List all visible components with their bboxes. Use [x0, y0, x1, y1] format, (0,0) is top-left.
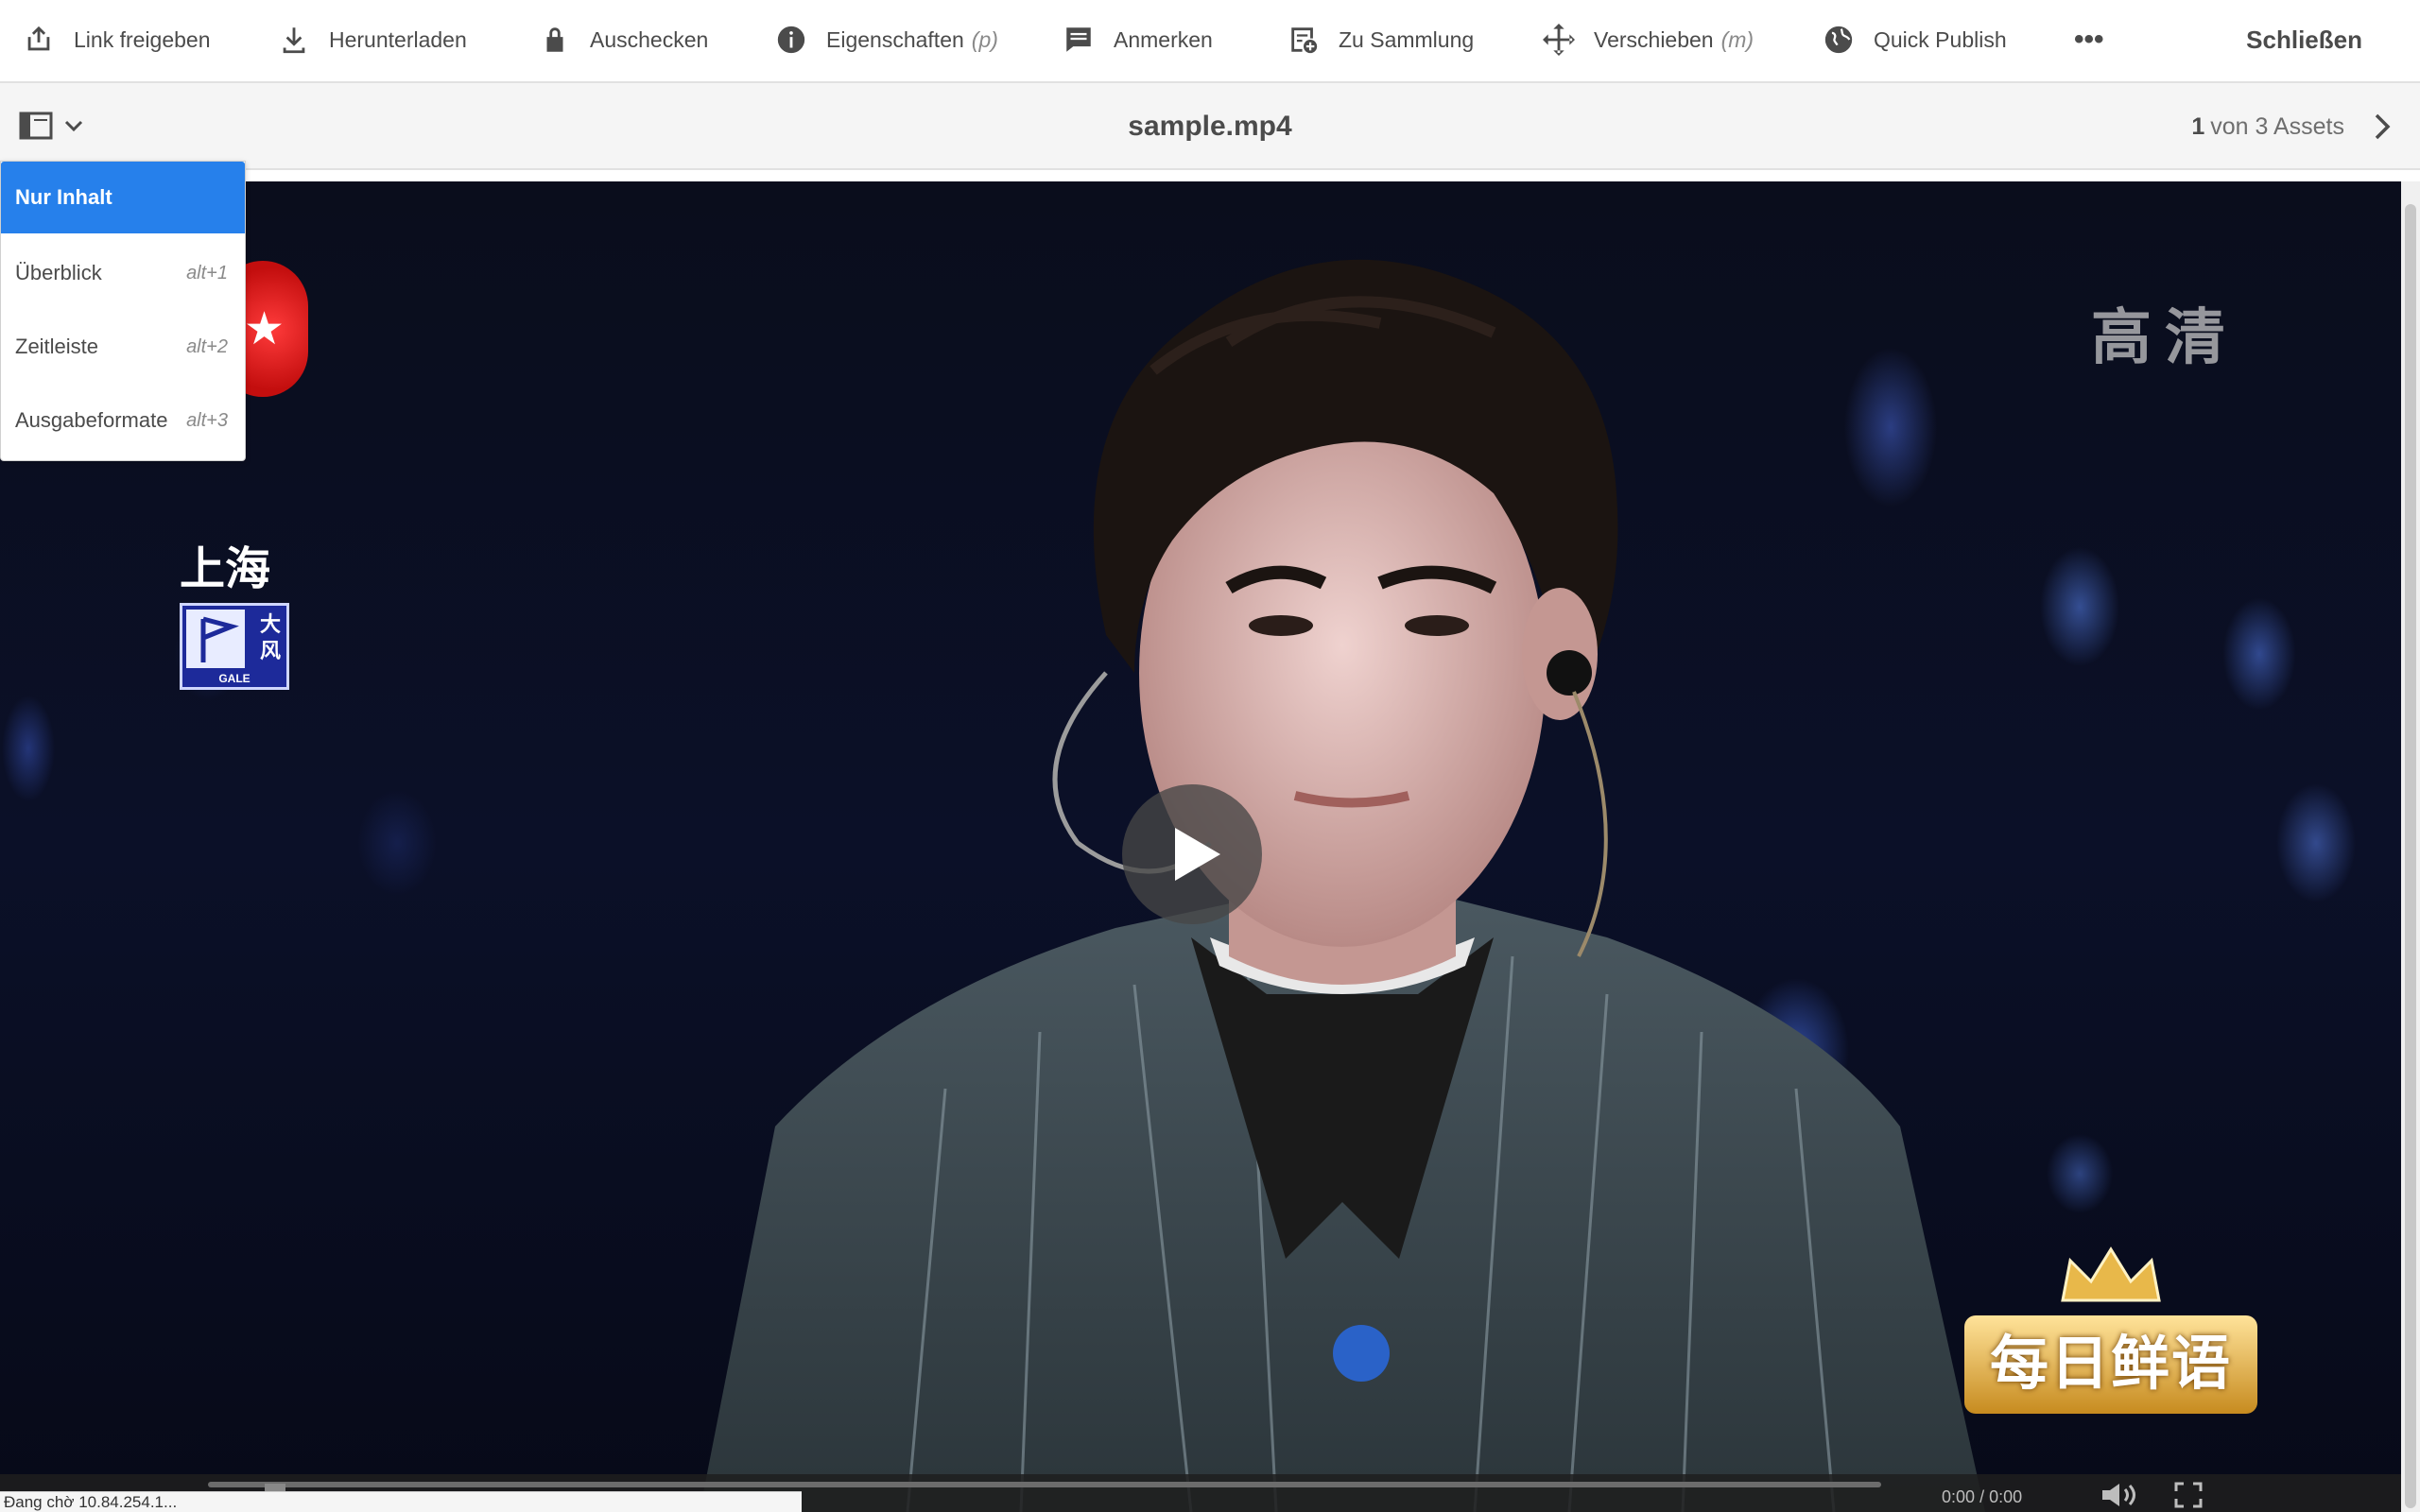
link-share-label: Link freigeben — [74, 26, 211, 52]
menu-item-label: Zeitleiste — [15, 335, 99, 358]
flag-icon — [186, 610, 245, 668]
fullscreen-icon[interactable] — [2174, 1482, 2203, 1508]
asset-pager: 1 von 3 Assets — [2191, 83, 2344, 170]
chevron-down-icon — [64, 120, 83, 132]
rail-dropdown-menu: Nur Inhalt Überblick alt+1 Zeitleiste al… — [0, 161, 246, 461]
annotate-button[interactable]: Anmerken — [1063, 0, 1213, 79]
warning-char-2: 风 — [259, 639, 281, 662]
chevron-right-icon[interactable] — [2365, 110, 2399, 144]
properties-shortcut: (p) — [971, 26, 998, 52]
menu-item-shortcut: alt+2 — [186, 335, 228, 357]
rail-selector-button[interactable] — [19, 102, 95, 149]
quick-publish-label: Quick Publish — [1874, 26, 2007, 52]
properties-label: Eigenschaften — [826, 26, 964, 52]
close-label: Schließen — [2246, 25, 2362, 54]
asset-title: sample.mp4 — [1128, 111, 1292, 142]
warning-code: GALE — [218, 672, 251, 685]
add-to-collection-label: Zu Sammlung — [1339, 26, 1475, 52]
menu-item-label: Ausgabeformate — [15, 408, 168, 432]
download-label: Herunterladen — [329, 26, 467, 52]
share-icon — [27, 26, 50, 51]
menu-item-timeline[interactable]: Zeitleiste alt+2 — [1, 311, 245, 383]
menu-item-content-only[interactable]: Nur Inhalt — [1, 162, 245, 233]
vertical-scrollbar[interactable] — [2401, 181, 2420, 1512]
menu-item-shortcut: alt+3 — [186, 409, 228, 431]
browser-status-bar: Đang chờ 10.84.254.1... — [0, 1491, 802, 1512]
gale-warning-badge: 大 风 GALE — [180, 603, 289, 690]
time-current: 0:00 — [1942, 1487, 1976, 1506]
scrollbar-thumb[interactable] — [2405, 204, 2416, 1508]
seek-bar[interactable] — [208, 1482, 1881, 1487]
move-label: Verschieben — [1594, 26, 1714, 52]
close-button[interactable]: Schließen — [2246, 0, 2362, 79]
crown-icon — [2061, 1246, 2161, 1302]
pager-total: von 3 Assets — [2210, 112, 2344, 140]
menu-item-label: Überblick — [15, 261, 102, 284]
volume-icon[interactable] — [2100, 1482, 2138, 1508]
time-separator: / — [1979, 1487, 1985, 1506]
rail-panel-icon — [19, 112, 53, 140]
more-actions-button[interactable]: ••• — [2074, 0, 2104, 79]
info-icon — [777, 26, 805, 54]
menu-item-label: Nur Inhalt — [15, 185, 112, 209]
more-icon: ••• — [2074, 24, 2104, 55]
comment-icon — [1066, 27, 1091, 52]
menu-item-shortcut: alt+1 — [186, 262, 228, 284]
move-icon — [1543, 24, 1575, 56]
lock-icon — [546, 27, 563, 52]
play-icon — [1175, 828, 1220, 881]
quick-publish-button[interactable]: Quick Publish — [1823, 0, 2007, 79]
city-overlay: 上海 — [180, 544, 271, 594]
collection-add-icon — [1291, 27, 1318, 54]
video-player[interactable]: 高清 上海 大 风 GALE 每日鲜语 0:00 / 0:00 — [0, 181, 2401, 1512]
video-frame-person — [700, 259, 1985, 1512]
download-icon — [283, 27, 305, 54]
brand-watermark: 每日鲜语 — [1964, 1315, 2257, 1414]
link-share-button[interactable]: Link freigeben — [23, 0, 211, 79]
annotate-label: Anmerken — [1114, 26, 1213, 52]
time-display: 0:00 / 0:00 — [1942, 1487, 2022, 1507]
checkout-button[interactable]: Auschecken — [539, 0, 708, 79]
pager-current: 1 — [2191, 112, 2205, 140]
download-button[interactable]: Herunterladen — [278, 0, 467, 79]
title-bar: sample.mp4 1 von 3 Assets — [0, 83, 2420, 170]
globe-icon — [1824, 26, 1853, 54]
menu-item-renditions[interactable]: Ausgabeformate alt+3 — [1, 385, 245, 456]
move-shortcut: (m) — [1720, 26, 1754, 52]
move-button[interactable]: Verschieben (m) — [1543, 0, 1754, 79]
properties-button[interactable]: Eigenschaften (p) — [775, 0, 998, 79]
hd-watermark: 高清 — [2091, 303, 2238, 371]
checkout-label: Auschecken — [590, 26, 709, 52]
time-total: 0:00 — [1989, 1487, 2023, 1506]
play-button[interactable] — [1122, 784, 1262, 924]
seek-handle[interactable] — [265, 1484, 285, 1491]
add-to-collection-button[interactable]: Zu Sammlung — [1288, 0, 1474, 79]
action-bar: Link freigeben Herunterladen Auschecken … — [0, 0, 2420, 83]
menu-item-overview[interactable]: Überblick alt+1 — [1, 237, 245, 309]
